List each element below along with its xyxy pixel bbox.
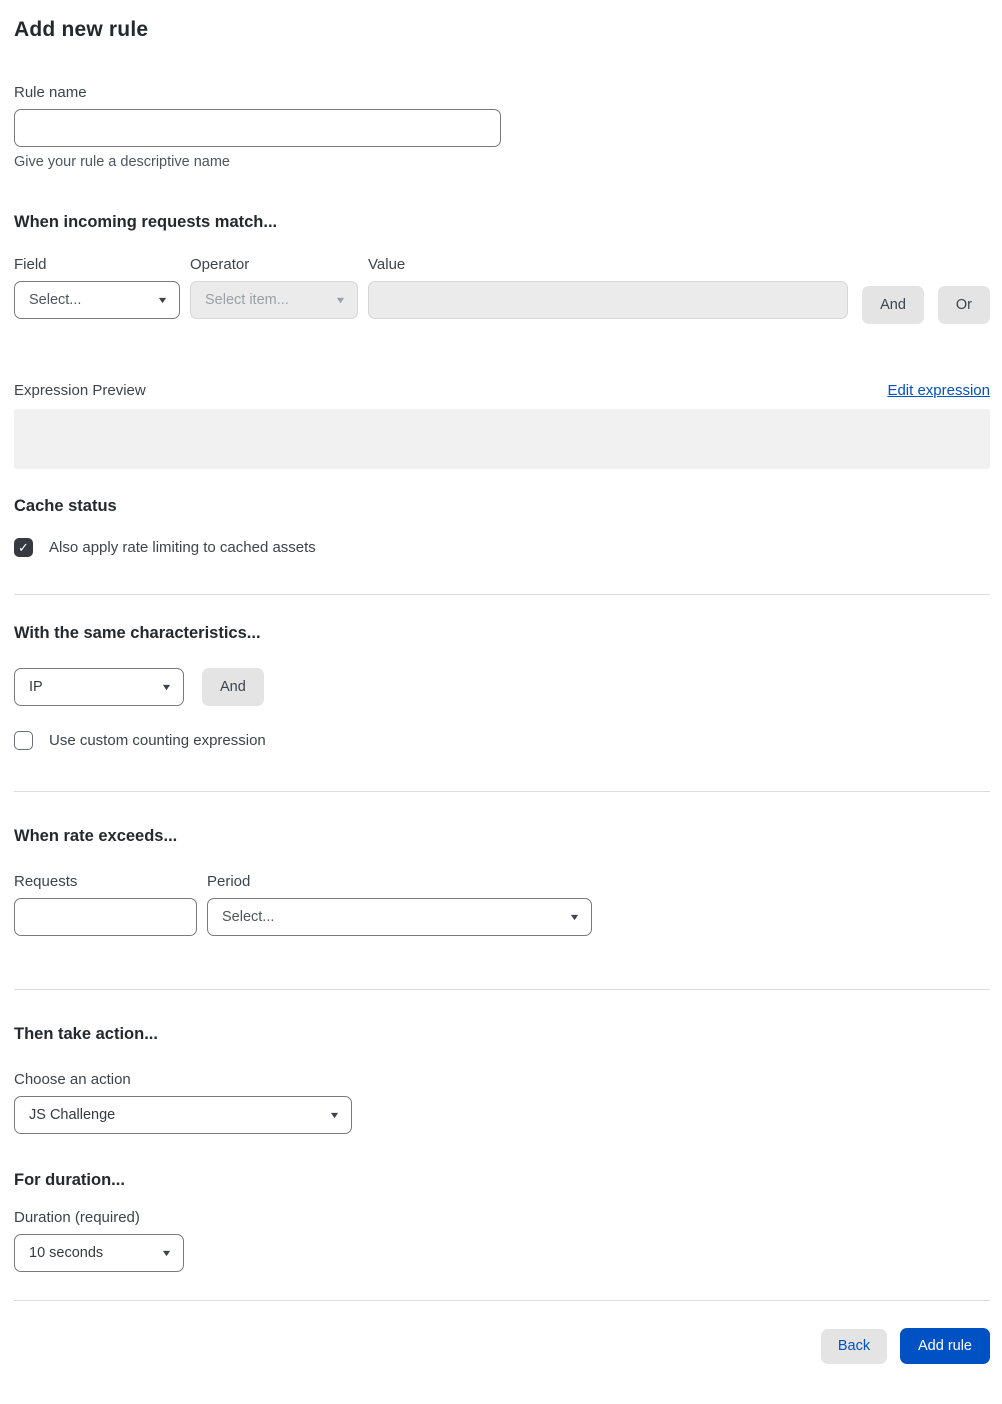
operator-select[interactable]: Select item... ▼ [190,281,358,319]
page-title: Add new rule [14,18,149,41]
chevron-down-icon: ▼ [328,1110,341,1120]
rate-heading: When rate exceeds... [14,827,178,845]
divider [14,1300,990,1301]
expression-preview-label: Expression Preview [14,382,146,399]
duration-select[interactable]: 10 seconds ▼ [14,1234,184,1272]
value-input[interactable] [368,281,849,319]
chevron-down-icon: ▼ [156,295,169,305]
period-select-value: Select... [222,909,275,925]
cached-assets-checkbox[interactable]: ✓ [14,538,33,557]
choose-action-label: Choose an action [14,1071,131,1088]
divider [14,791,990,792]
action-select[interactable]: JS Challenge ▼ [14,1096,352,1134]
and-button[interactable]: And [862,286,924,324]
custom-counting-checkbox-label: Use custom counting expression [49,732,266,749]
add-rule-button[interactable]: Add rule [900,1328,990,1364]
field-select[interactable]: Select... ▼ [14,281,180,319]
period-label: Period [207,873,251,890]
custom-counting-checkbox[interactable] [14,731,33,750]
chevron-down-icon: ▼ [568,912,581,922]
rule-name-hint: Give your rule a descriptive name [14,154,230,170]
cached-assets-checkbox-label: Also apply rate limiting to cached asset… [49,539,316,556]
divider [14,594,990,595]
period-select[interactable]: Select... ▼ [207,898,592,936]
or-button[interactable]: Or [937,286,990,324]
rule-name-input[interactable] [14,109,501,147]
characteristic-select[interactable]: IP ▼ [14,668,184,706]
check-icon: ✓ [18,539,29,555]
chevron-down-icon: ▼ [160,1248,173,1258]
requests-label: Requests [14,873,78,890]
characteristic-and-button[interactable]: And [202,668,264,706]
duration-heading: For duration... [14,1171,125,1189]
chevron-down-icon: ▼ [160,682,173,692]
cache-status-heading: Cache status [14,497,117,515]
action-select-value: JS Challenge [29,1107,116,1123]
requests-input[interactable] [14,898,197,936]
operator-select-value: Select item... [205,292,289,308]
characteristic-select-value: IP [29,679,43,695]
duration-select-value: 10 seconds [29,1245,104,1261]
add-rule-form: Add new rule Rule name Give your rule a … [0,0,1002,1404]
chevron-down-icon: ▼ [334,295,347,305]
edit-expression-link[interactable]: Edit expression [887,382,990,399]
back-button[interactable]: Back [821,1328,887,1364]
field-label: Field [14,256,47,273]
action-heading: Then take action... [14,1025,158,1043]
expression-preview-box [14,409,990,469]
divider [14,989,990,990]
value-label: Value [368,256,406,273]
match-section-heading: When incoming requests match... [14,213,278,231]
characteristics-heading: With the same characteristics... [14,624,261,642]
rule-name-label: Rule name [14,84,87,101]
field-select-value: Select... [29,292,82,308]
operator-label: Operator [190,256,250,273]
duration-label: Duration (required) [14,1209,140,1226]
